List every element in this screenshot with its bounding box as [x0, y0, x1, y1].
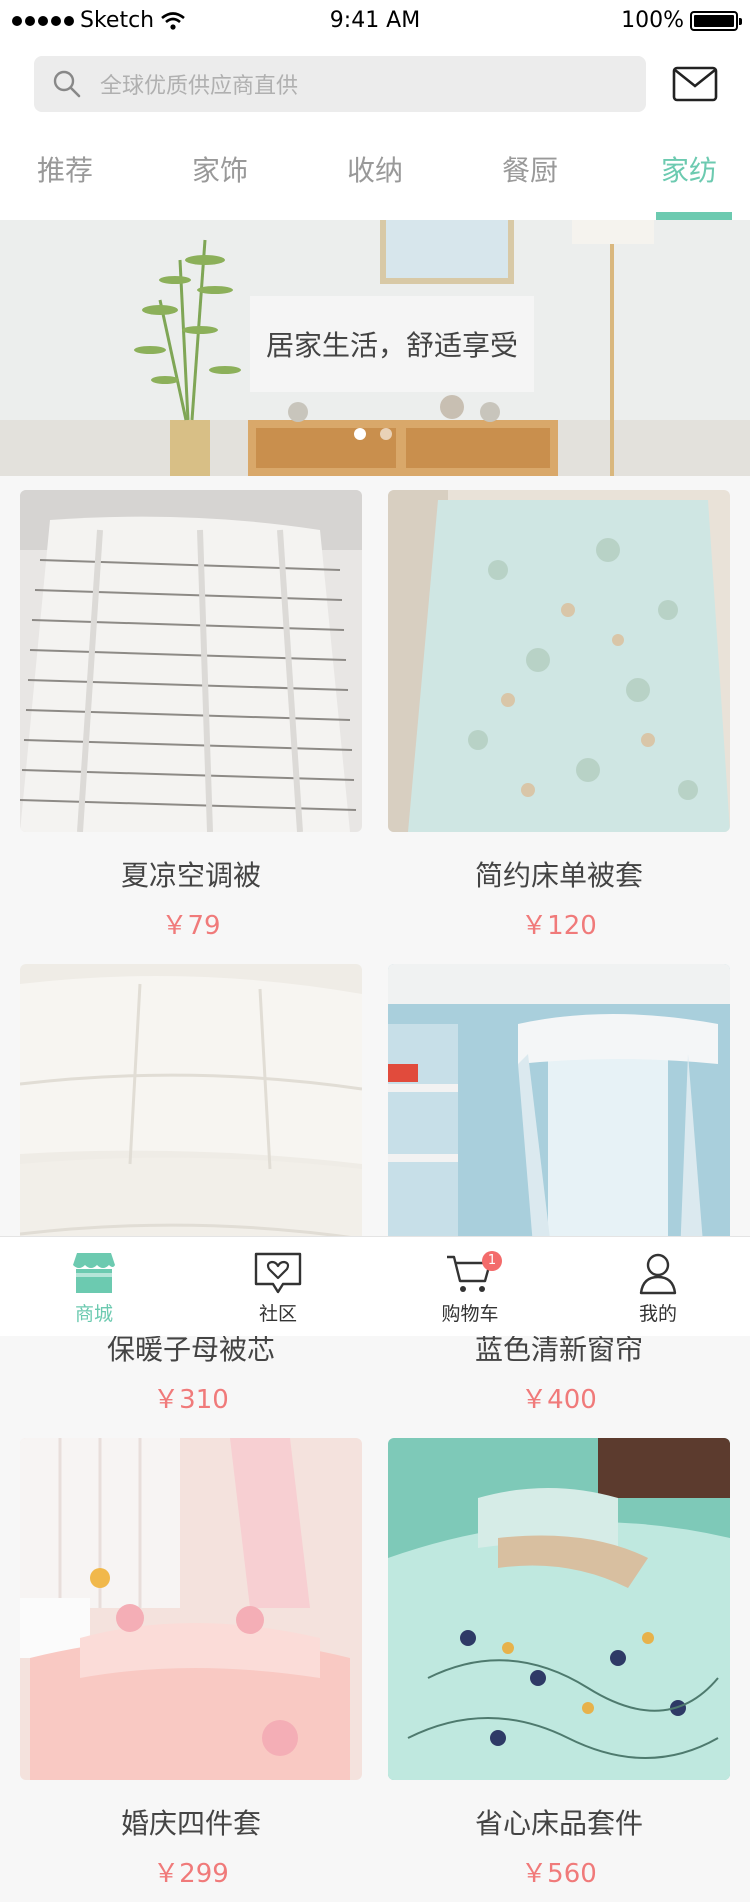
shop-icon	[73, 1253, 115, 1293]
product-price: ￥120	[521, 911, 597, 941]
product-card[interactable]: 夏凉空调被 ￥79	[20, 490, 362, 944]
tabbar-label: 社区	[258, 1303, 297, 1325]
active-tab-indicator	[656, 212, 732, 220]
product-price: ￥310	[153, 1385, 229, 1415]
status-bar: Sketch 9:41 AM 100%	[0, 0, 750, 44]
product-name: 省心床品套件	[474, 1807, 643, 1840]
tabbar-item-cart[interactable]: 1 购物车	[410, 1237, 530, 1337]
product-name: 夏凉空调被	[120, 859, 261, 892]
product-card[interactable]: 蓝色清新窗帘 ￥400	[388, 964, 730, 1418]
product-price: ￥299	[153, 1859, 229, 1889]
tabbar-label: 购物车	[441, 1303, 499, 1325]
product-card[interactable]: 省心床品套件 ￥560	[388, 1438, 730, 1892]
product-image-bedding-set	[388, 1438, 730, 1780]
product-price: ￥400	[521, 1385, 597, 1415]
cart-badge: 1	[482, 1251, 502, 1271]
pagination-dot-active	[354, 428, 366, 440]
tab-kitchen[interactable]: 餐厨	[465, 144, 595, 220]
mail-icon[interactable]	[672, 66, 718, 102]
profile-icon	[639, 1253, 677, 1295]
promo-banner[interactable]: 居家生活，舒适享受	[0, 220, 750, 476]
product-image-wedding-set	[20, 1438, 362, 1780]
product-name: 简约床单被套	[474, 859, 643, 892]
header: 全球优质供应商直供 推荐 家饰 收纳 餐厨 家纺	[0, 44, 750, 220]
product-image-striped-quilt	[20, 490, 362, 832]
search-bar[interactable]: 全球优质供应商直供	[34, 56, 646, 112]
banner-pagination	[354, 428, 392, 440]
search-icon	[53, 70, 81, 98]
battery-percent: 100%	[621, 8, 684, 33]
community-heart-icon	[254, 1252, 302, 1294]
search-input[interactable]: 全球优质供应商直供	[100, 68, 298, 100]
product-price: ￥560	[521, 1859, 597, 1889]
battery-icon	[690, 10, 742, 31]
tab-decor[interactable]: 家饰	[155, 144, 285, 220]
product-name: 婚庆四件套	[120, 1807, 261, 1840]
product-image-floral-sheet	[388, 490, 730, 832]
battery-status: 100%	[621, 8, 742, 33]
tabbar-label: 我的	[638, 1303, 677, 1325]
banner-caption: 居家生活，舒适享受	[250, 296, 534, 392]
tab-storage[interactable]: 收纳	[310, 144, 440, 220]
tabbar-item-profile[interactable]: 我的	[598, 1237, 718, 1337]
product-card[interactable]: 保暖子母被芯 ￥310	[20, 964, 362, 1418]
category-tabs: 推荐 家饰 收纳 餐厨 家纺	[0, 144, 750, 220]
pagination-dot	[380, 428, 392, 440]
tabbar-label: 商城	[74, 1303, 113, 1325]
product-card[interactable]: 婚庆四件套 ￥299	[20, 1438, 362, 1892]
tabbar-item-community[interactable]: 社区	[218, 1237, 338, 1337]
product-card[interactable]: 简约床单被套 ￥120	[388, 490, 730, 944]
tab-recommend[interactable]: 推荐	[0, 144, 130, 220]
bottom-tab-bar: 商城 社区 1 购物车 我的	[0, 1236, 750, 1336]
tab-textiles[interactable]: 家纺	[624, 144, 750, 220]
product-price: ￥79	[161, 911, 221, 941]
tabbar-item-shop[interactable]: 商城	[34, 1237, 154, 1337]
